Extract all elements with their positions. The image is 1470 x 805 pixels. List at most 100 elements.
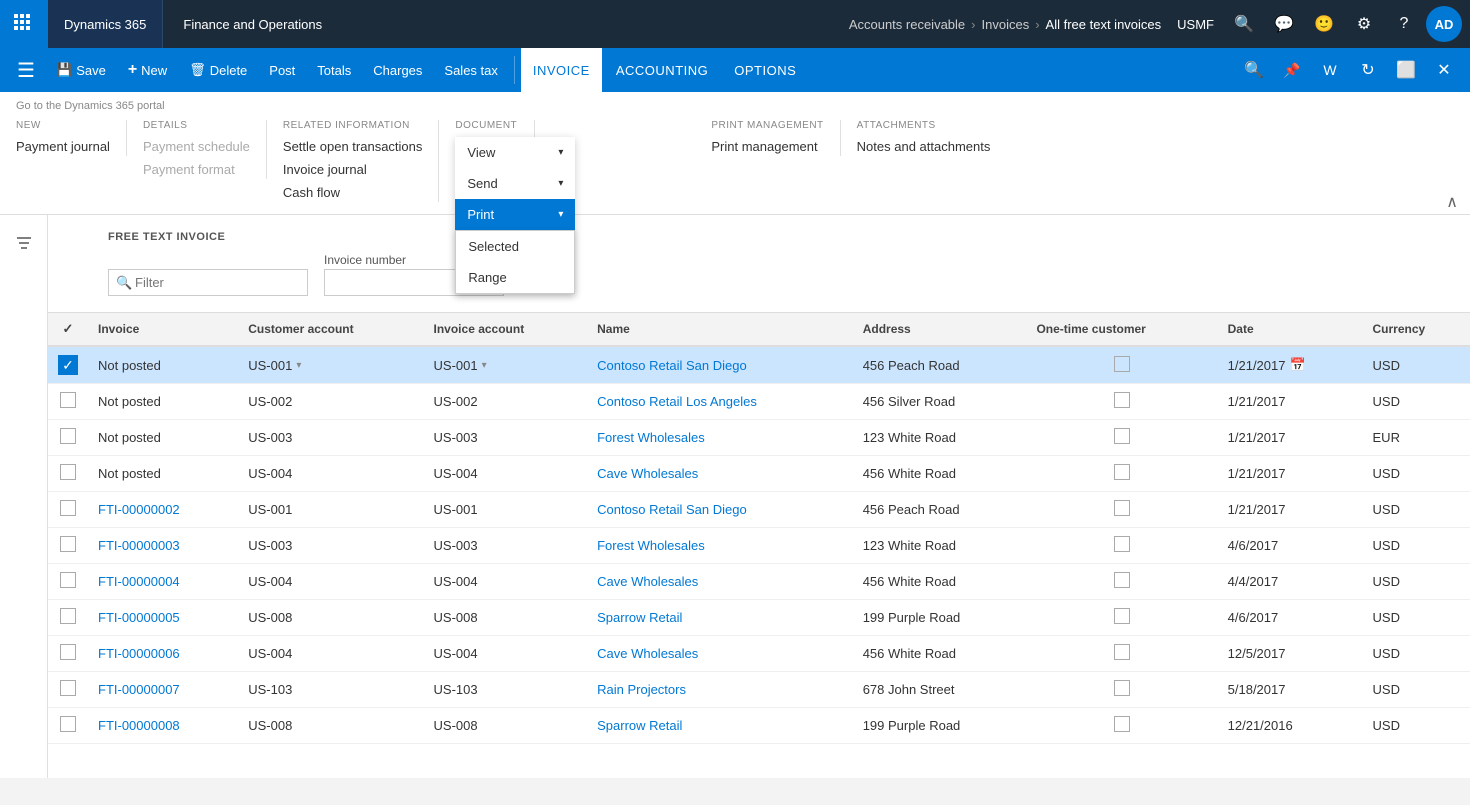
- table-row[interactable]: Not postedUS-002US-002Contoso Retail Los…: [48, 384, 1470, 420]
- row-one-time-customer[interactable]: [1026, 384, 1217, 420]
- one-time-checkbox[interactable]: [1114, 356, 1130, 372]
- row-invoice[interactable]: FTI-00000008: [88, 708, 238, 744]
- row-check-cell[interactable]: [48, 456, 88, 492]
- sales-tax-button[interactable]: Sales tax: [434, 52, 507, 88]
- row-invoice-account[interactable]: US-001: [424, 492, 588, 528]
- row-one-time-customer[interactable]: [1026, 456, 1217, 492]
- calendar-icon[interactable]: 📅: [1289, 357, 1305, 373]
- row-invoice-account[interactable]: US-004: [424, 564, 588, 600]
- col-name[interactable]: Name: [587, 313, 853, 346]
- send-item[interactable]: Send ▾: [455, 168, 575, 199]
- row-invoice-account[interactable]: US-103: [424, 672, 588, 708]
- range-item[interactable]: Range: [456, 262, 574, 293]
- row-one-time-customer[interactable]: [1026, 636, 1217, 672]
- row-check-cell[interactable]: [48, 672, 88, 708]
- delete-button[interactable]: 🗑 Delete: [179, 52, 257, 88]
- breadcrumb-invoices[interactable]: Invoices: [982, 17, 1030, 32]
- one-time-checkbox[interactable]: [1114, 608, 1130, 624]
- tab-invoice[interactable]: INVOICE: [521, 48, 602, 92]
- one-time-checkbox[interactable]: [1114, 680, 1130, 696]
- filter-input[interactable]: [108, 269, 308, 296]
- checkbox-cell[interactable]: [60, 680, 76, 696]
- row-one-time-customer[interactable]: [1026, 672, 1217, 708]
- totals-button[interactable]: Totals: [307, 52, 361, 88]
- one-time-checkbox[interactable]: [1114, 392, 1130, 408]
- checkbox-cell[interactable]: [60, 500, 76, 516]
- table-row[interactable]: FTI-00000003US-003US-003Forest Wholesale…: [48, 528, 1470, 564]
- checkbox-cell[interactable]: [60, 464, 76, 480]
- checkbox-cell[interactable]: [60, 536, 76, 552]
- invoice-link[interactable]: FTI-00000002: [98, 502, 180, 517]
- avatar[interactable]: AD: [1426, 6, 1462, 42]
- row-check-cell[interactable]: [48, 492, 88, 528]
- row-invoice[interactable]: FTI-00000007: [88, 672, 238, 708]
- invoice-link[interactable]: FTI-00000004: [98, 574, 180, 589]
- row-customer-account[interactable]: US-004: [238, 564, 423, 600]
- smiley-icon-btn[interactable]: 🙂: [1306, 6, 1342, 42]
- row-customer-account[interactable]: US-003: [238, 420, 423, 456]
- row-customer-account[interactable]: US-001▾: [238, 346, 423, 384]
- table-row[interactable]: Not postedUS-003US-003Forest Wholesales1…: [48, 420, 1470, 456]
- breadcrumb-accounts[interactable]: Accounts receivable: [849, 17, 965, 32]
- print-item[interactable]: Print ▾: [455, 199, 575, 230]
- settle-open-item[interactable]: Settle open transactions: [283, 137, 422, 156]
- table-row[interactable]: FTI-00000007US-103US-103Rain Projectors6…: [48, 672, 1470, 708]
- row-one-time-customer[interactable]: [1026, 708, 1217, 744]
- row-customer-account[interactable]: US-008: [238, 708, 423, 744]
- one-time-checkbox[interactable]: [1114, 572, 1130, 588]
- close-btn[interactable]: ✕: [1426, 52, 1462, 88]
- col-one-time-customer[interactable]: One-time customer: [1026, 313, 1217, 346]
- row-check-cell[interactable]: [48, 600, 88, 636]
- table-row[interactable]: FTI-00000002US-001US-001Contoso Retail S…: [48, 492, 1470, 528]
- checkbox-cell[interactable]: [60, 392, 76, 408]
- row-invoice[interactable]: Not posted: [88, 456, 238, 492]
- row-one-time-customer[interactable]: [1026, 528, 1217, 564]
- checkbox-cell[interactable]: [60, 572, 76, 588]
- row-customer-account[interactable]: US-001: [238, 492, 423, 528]
- row-one-time-customer[interactable]: [1026, 564, 1217, 600]
- row-check-cell[interactable]: [48, 564, 88, 600]
- invoice-link[interactable]: FTI-00000003: [98, 538, 180, 553]
- row-invoice-account[interactable]: US-008: [424, 600, 588, 636]
- row-one-time-customer[interactable]: [1026, 600, 1217, 636]
- col-currency[interactable]: Currency: [1363, 313, 1470, 346]
- invoice-link[interactable]: FTI-00000008: [98, 718, 180, 733]
- row-check-cell[interactable]: [48, 384, 88, 420]
- row-invoice-account[interactable]: US-008: [424, 708, 588, 744]
- checkbox-cell[interactable]: [60, 716, 76, 732]
- new-button[interactable]: + New: [118, 52, 177, 88]
- row-check-cell[interactable]: ✓: [48, 346, 88, 384]
- row-invoice[interactable]: FTI-00000006: [88, 636, 238, 672]
- notes-attachments-item[interactable]: Notes and attachments: [857, 137, 991, 156]
- row-one-time-customer[interactable]: [1026, 420, 1217, 456]
- row-check-cell[interactable]: [48, 708, 88, 744]
- search-cmd-btn[interactable]: 🔍: [1236, 52, 1272, 88]
- print-management-item[interactable]: Print management: [711, 137, 817, 156]
- post-button[interactable]: Post: [259, 52, 305, 88]
- row-one-time-customer[interactable]: [1026, 492, 1217, 528]
- table-row[interactable]: FTI-00000005US-008US-008Sparrow Retail19…: [48, 600, 1470, 636]
- row-invoice[interactable]: FTI-00000003: [88, 528, 238, 564]
- row-invoice-account[interactable]: US-001▾: [424, 346, 588, 384]
- tab-accounting[interactable]: ACCOUNTING: [604, 48, 720, 92]
- row-invoice[interactable]: Not posted: [88, 420, 238, 456]
- row-check-cell[interactable]: [48, 636, 88, 672]
- view-item[interactable]: View ▾: [455, 137, 575, 168]
- table-row[interactable]: Not postedUS-004US-004Cave Wholesales456…: [48, 456, 1470, 492]
- invoice-account-dropdown[interactable]: US-001▾: [434, 358, 578, 373]
- table-row[interactable]: FTI-00000008US-008US-008Sparrow Retail19…: [48, 708, 1470, 744]
- row-invoice[interactable]: Not posted: [88, 346, 238, 384]
- popout-btn[interactable]: ⬜: [1388, 52, 1424, 88]
- one-time-checkbox[interactable]: [1114, 716, 1130, 732]
- row-invoice-account[interactable]: US-004: [424, 636, 588, 672]
- pin-btn[interactable]: 📌: [1274, 52, 1310, 88]
- row-one-time-customer[interactable]: [1026, 346, 1217, 384]
- save-button[interactable]: 💾 Save: [46, 52, 116, 88]
- invoice-link[interactable]: FTI-00000007: [98, 682, 180, 697]
- col-invoice[interactable]: Invoice: [88, 313, 238, 346]
- col-invoice-account[interactable]: Invoice account: [424, 313, 588, 346]
- checkbox-cell[interactable]: [60, 428, 76, 444]
- help-icon-btn[interactable]: ?: [1386, 6, 1422, 42]
- row-check-cell[interactable]: [48, 528, 88, 564]
- word-btn[interactable]: W: [1312, 52, 1348, 88]
